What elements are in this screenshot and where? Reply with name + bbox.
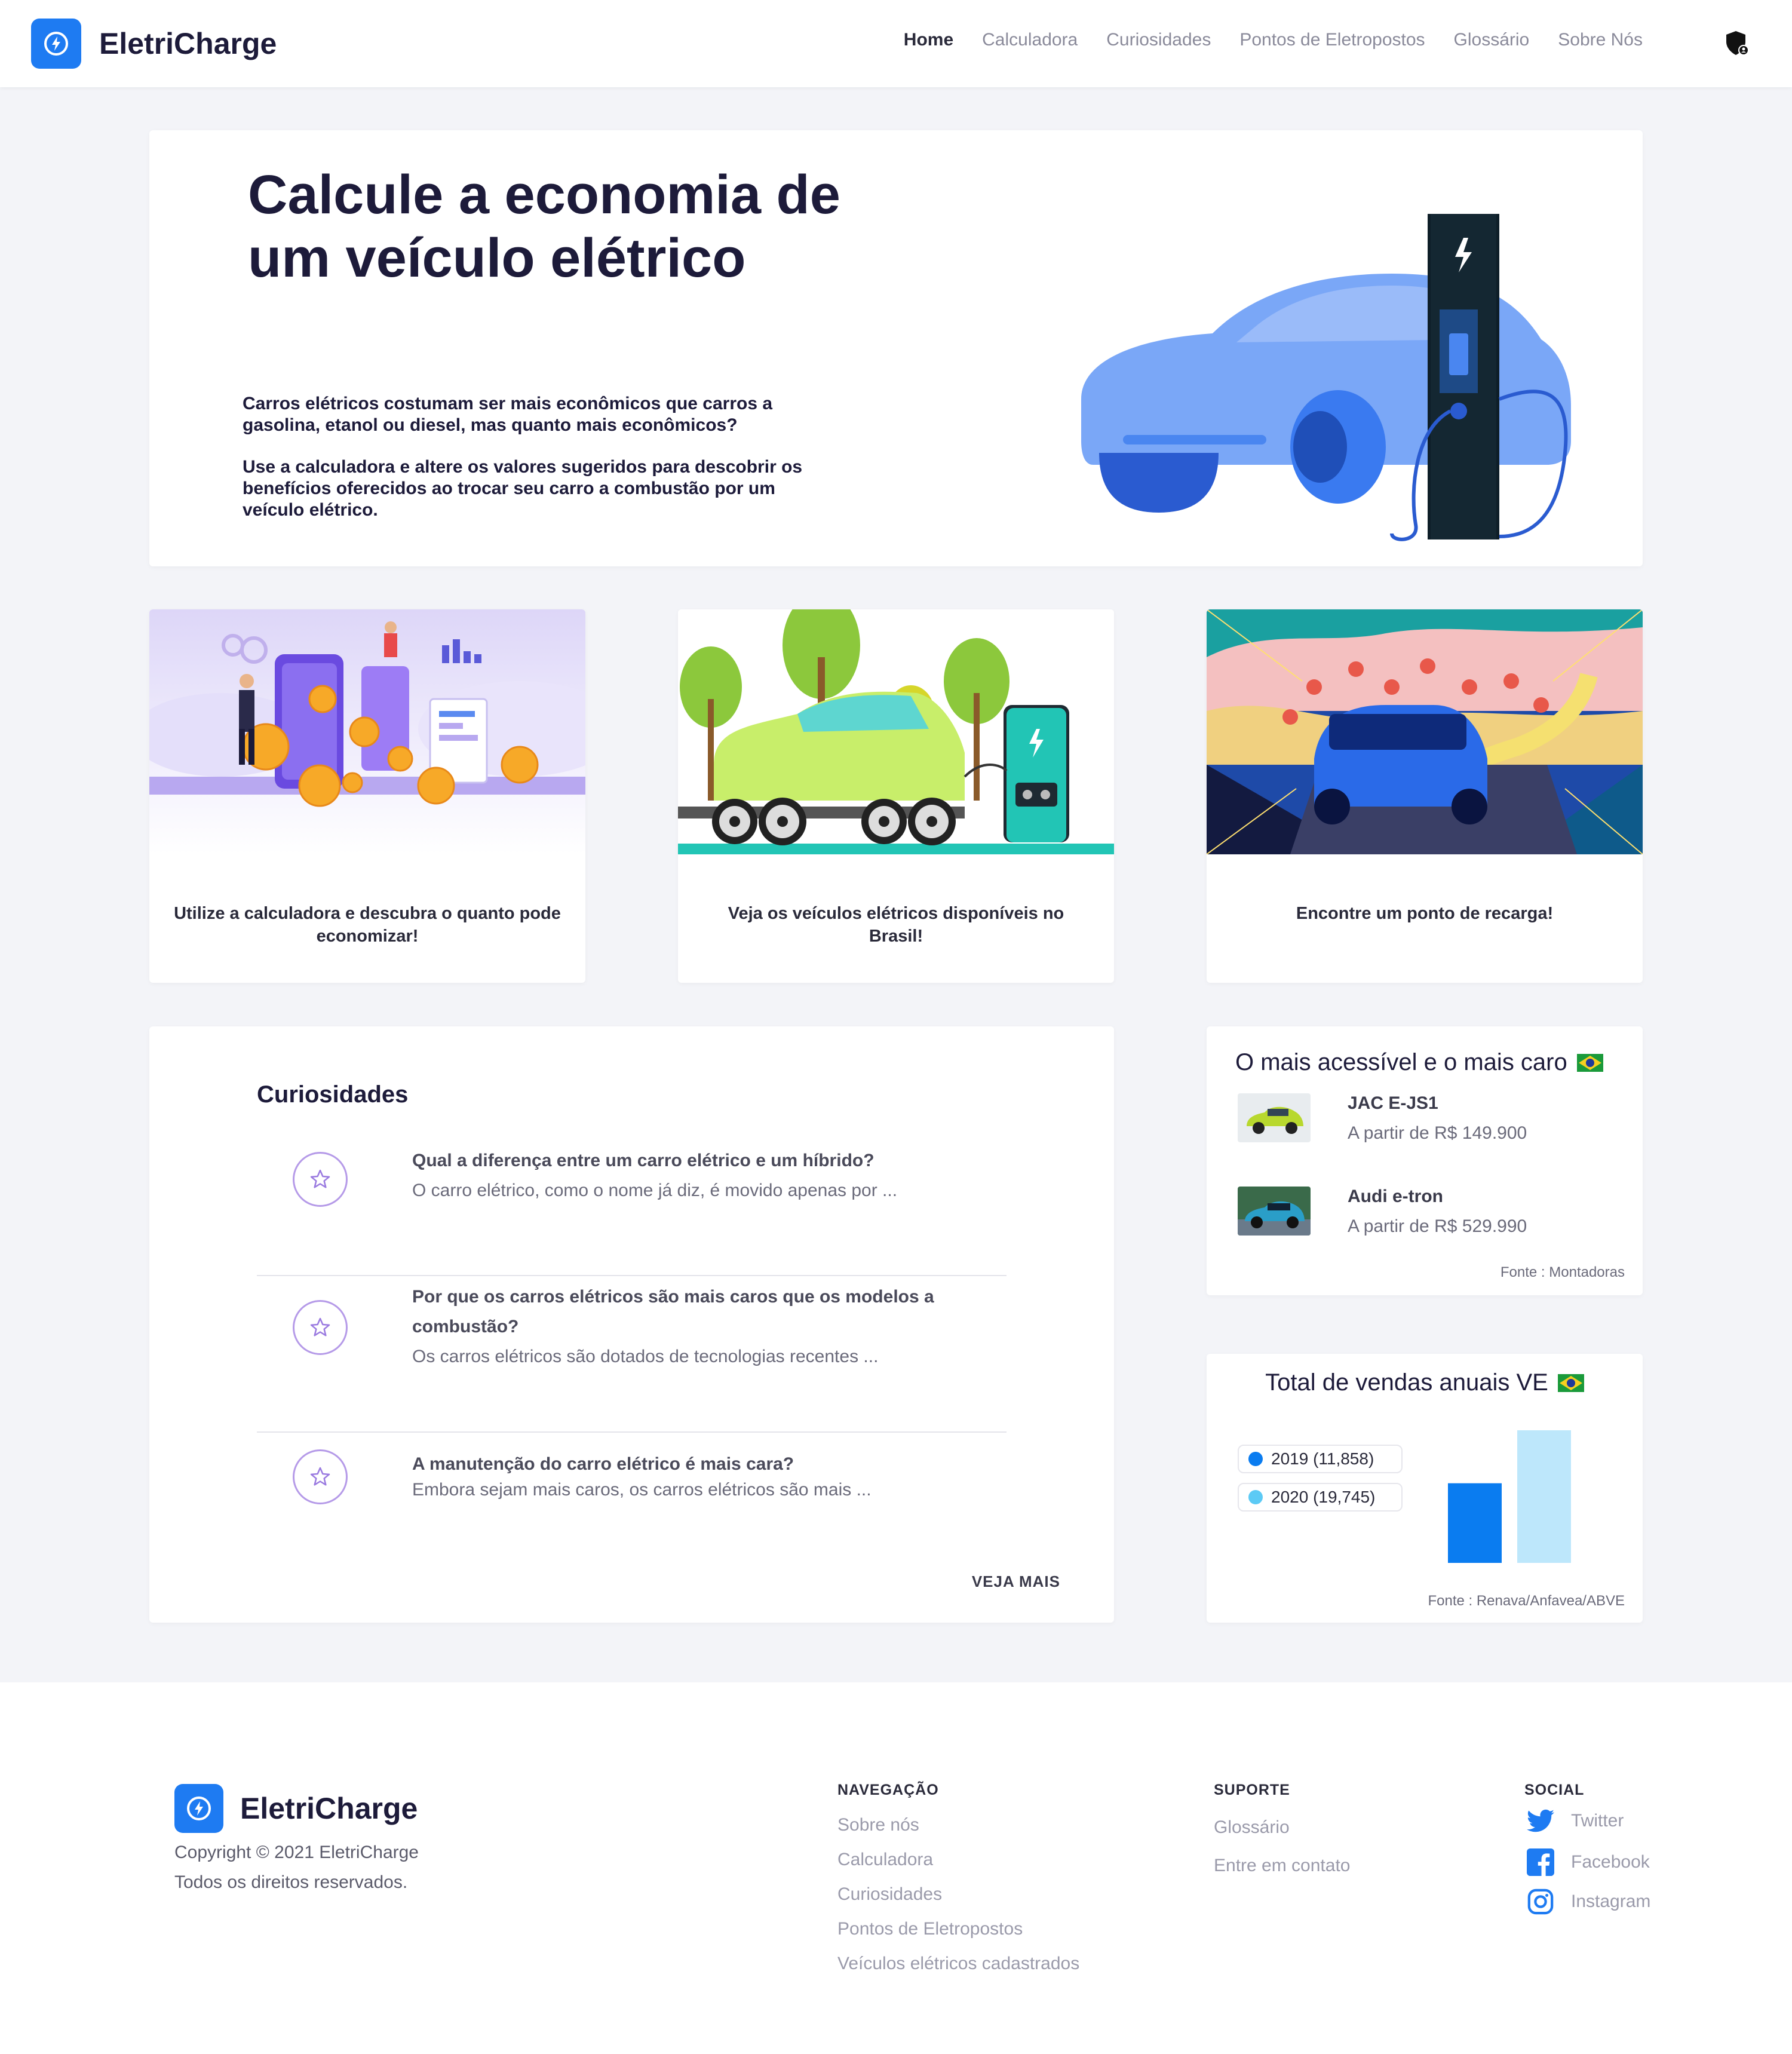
source-note: Fonte : Montadoras (1500, 1264, 1625, 1280)
nav-home[interactable]: Home (904, 30, 953, 50)
ev-car-trees-illustration (678, 609, 1114, 854)
instagram-icon (1527, 1889, 1554, 1915)
hero-paragraph-1: Carros elétricos costumam ser mais econô… (243, 394, 773, 435)
car-price: A partir de R$ 529.990 (1348, 1216, 1527, 1236)
car-name: Audi e-tron (1348, 1187, 1443, 1206)
sales-card-title: Total de vendas anuais VE (1207, 1369, 1643, 1396)
footer-social-twitter[interactable]: Twitter (1527, 1809, 1624, 1833)
nav-pontos-eletropostos[interactable]: Pontos de Eletropostos (1239, 30, 1425, 50)
cars-card-title: O mais acessível e o mais caro (1235, 1049, 1603, 1076)
brand-name: EletriCharge (99, 27, 277, 60)
cars-title-text: O mais acessível e o mais caro (1235, 1049, 1567, 1075)
feature-card-calculadora[interactable]: Utilize a calculadora e descubra o quant… (149, 609, 585, 983)
curiosidades-card: Curiosidades Qual a diferença entre um c… (149, 1026, 1114, 1623)
nav-curiosidades[interactable]: Curiosidades (1106, 30, 1211, 50)
brazil-flag-icon (1557, 1374, 1584, 1392)
star-icon (293, 1300, 348, 1355)
footer-link-calculadora[interactable]: Calculadora (837, 1850, 933, 1870)
twitter-icon (1527, 1809, 1554, 1832)
annual-sales-card: Total de vendas anuais VE 2019 (11,858) … (1207, 1354, 1643, 1623)
footer-link-curiosidades[interactable]: Curiosidades (837, 1884, 942, 1905)
car-thumbnail (1238, 1093, 1311, 1142)
car-price: A partir de R$ 149.900 (1348, 1123, 1527, 1143)
faq-question: Por que os carros elétricos são mais car… (412, 1287, 934, 1336)
legend-dot (1248, 1452, 1263, 1466)
site-footer: EletriCharge Copyright © 2021 EletriChar… (0, 1682, 1792, 2054)
sales-title-text: Total de vendas anuais VE (1265, 1369, 1548, 1396)
feature-card-pontos-recarga[interactable]: Encontre um ponto de recarga! (1207, 609, 1643, 983)
faq-answer: Os carros elétricos são dotados de tecno… (412, 1347, 879, 1366)
feature-caption: Utilize a calculadora e descubra o quant… (174, 904, 561, 946)
sales-bar-chart (1448, 1430, 1571, 1563)
footer-nav-title: NAVEGAÇÃO (837, 1782, 939, 1798)
star-icon (293, 1449, 348, 1504)
footer-support-title: SUPORTE (1214, 1782, 1290, 1798)
calculator-savings-illustration (149, 609, 585, 854)
rights-text: Todos os direitos reservados. (174, 1872, 408, 1892)
legend-dot (1248, 1490, 1263, 1504)
faq-question: Qual a diferença entre um carro elétrico… (412, 1151, 874, 1170)
footer-social-column: SOCIAL (1524, 1782, 1584, 1799)
footer-social-title: SOCIAL (1524, 1782, 1585, 1798)
curiosidades-title: Curiosidades (257, 1081, 409, 1108)
footer-link-veiculos-cadastrados[interactable]: Veículos elétricos cadastrados (837, 1954, 1079, 1974)
legend-item-2019[interactable]: 2019 (11,858) (1238, 1445, 1403, 1473)
brazil-flag-icon (1576, 1053, 1603, 1072)
see-more-link[interactable]: VEJA MAIS (972, 1572, 1060, 1591)
footer-link-contato[interactable]: Entre em contato (1214, 1856, 1350, 1876)
shield-user-icon[interactable] (1724, 30, 1750, 60)
nav-calculadora[interactable]: Calculadora (982, 30, 1078, 50)
brand-logo[interactable]: EletriCharge (31, 19, 277, 69)
feature-caption: Veja os veículos elétricos disponíveis n… (728, 904, 1064, 946)
feature-card-veiculos[interactable]: Veja os veículos elétricos disponíveis n… (678, 609, 1114, 983)
legend-label: 2019 (11,858) (1271, 1449, 1374, 1468)
charging-map-illustration (1207, 609, 1643, 859)
cheapest-expensive-card: O mais acessível e o mais caro JAC E-JS1… (1207, 1026, 1643, 1295)
footer-link-pontos-eletropostos[interactable]: Pontos de Eletropostos (837, 1919, 1023, 1939)
footer-support-column: SUPORTE (1214, 1782, 1290, 1799)
bar-2019[interactable] (1448, 1483, 1502, 1563)
faq-question: A manutenção do carro elétrico é mais ca… (412, 1454, 794, 1474)
bar-2020[interactable] (1517, 1430, 1571, 1563)
main-nav: Home Calculadora Curiosidades Pontos de … (875, 30, 1643, 50)
nav-sobre-nos[interactable]: Sobre Nós (1558, 30, 1643, 50)
star-icon (293, 1152, 348, 1207)
hero-paragraph-2: Use a calculadora e altere os valores su… (243, 457, 803, 520)
divider (257, 1431, 1007, 1433)
legend-label: 2020 (19,745) (1271, 1488, 1376, 1506)
lightning-logo-icon (174, 1784, 223, 1833)
footer-social-facebook[interactable]: Facebook (1527, 1848, 1650, 1876)
social-label: Facebook (1571, 1852, 1650, 1872)
footer-brand-logo[interactable]: EletriCharge (174, 1784, 418, 1833)
nav-glossario[interactable]: Glossário (1454, 30, 1530, 50)
hero-title: Calcule a economia de um veículo elétric… (248, 164, 840, 289)
faq-answer: O carro elétrico, como o nome já diz, é … (412, 1181, 898, 1200)
footer-social-instagram[interactable]: Instagram (1527, 1888, 1650, 1915)
source-note: Fonte : Renava/Anfavea/ABVE (1428, 1593, 1625, 1609)
car-name: JAC E-JS1 (1348, 1093, 1438, 1113)
footer-brand-name: EletriCharge (240, 1792, 418, 1825)
footer-nav-column: NAVEGAÇÃO (837, 1782, 939, 1799)
footer-link-sobre-nos[interactable]: Sobre nós (837, 1815, 919, 1835)
facebook-icon (1527, 1848, 1554, 1876)
ev-charging-illustration (1057, 202, 1583, 671)
social-label: Twitter (1571, 1811, 1624, 1831)
social-label: Instagram (1571, 1891, 1651, 1911)
divider (257, 1275, 1007, 1276)
copyright-text: Copyright © 2021 EletriCharge (174, 1843, 419, 1862)
site-header: EletriCharge Home Calculadora Curiosidad… (0, 0, 1792, 87)
faq-answer: Embora sejam mais caros, os carros elétr… (412, 1480, 872, 1500)
car-thumbnail (1238, 1187, 1311, 1236)
hero-card: Calcule a economia de um veículo elétric… (149, 130, 1643, 566)
legend-item-2020[interactable]: 2020 (19,745) (1238, 1483, 1403, 1512)
feature-caption: Encontre um ponto de recarga! (1296, 904, 1554, 923)
footer-link-glossario[interactable]: Glossário (1214, 1817, 1290, 1838)
lightning-logo-icon (31, 19, 81, 69)
